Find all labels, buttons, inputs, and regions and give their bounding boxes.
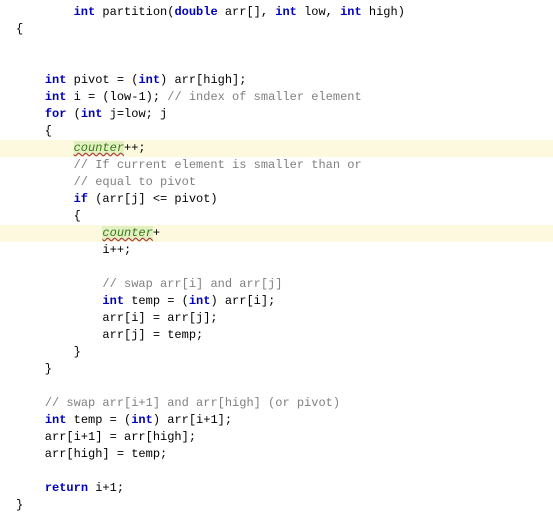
token-num: 1 — [138, 90, 145, 104]
token-kw: int — [45, 413, 67, 427]
code-line: } — [0, 344, 553, 361]
token-kw: int — [275, 5, 297, 19]
token-num: 1 — [210, 413, 217, 427]
code-block: int partition(double arr[], int low, int… — [0, 0, 553, 518]
code-line: { — [0, 123, 553, 140]
code-line: int pivot = (int) arr[high]; — [0, 72, 553, 89]
code-line — [0, 259, 553, 276]
token-cmt: // swap arr[i+1] and arr[high] (or pivot… — [45, 396, 340, 410]
code-line: i++; — [0, 242, 553, 259]
token-kw: int — [340, 5, 362, 19]
token-cmt: // swap arr[i] and arr[j] — [102, 277, 282, 291]
code-line: arr[high] = temp; — [0, 446, 553, 463]
code-line: counter+ — [0, 225, 553, 242]
code-line: } — [0, 497, 553, 514]
code-line: { — [0, 208, 553, 225]
token-kw: double — [174, 5, 217, 19]
token-num: 1 — [110, 481, 117, 495]
token-kw: if — [74, 192, 88, 206]
code-line: { — [0, 21, 553, 38]
code-line: if (arr[j] <= pivot) — [0, 191, 553, 208]
code-line: int partition(double arr[], int low, int… — [0, 4, 553, 21]
token-kw: int — [138, 73, 160, 87]
token-kw: int — [102, 294, 124, 308]
token-kw: for — [45, 107, 67, 121]
code-line: // swap arr[i] and arr[j] — [0, 276, 553, 293]
code-line: for (int j=low; j — [0, 106, 553, 123]
code-line: arr[j] = temp; — [0, 327, 553, 344]
code-line: return i+1; — [0, 480, 553, 497]
code-line: // swap arr[i+1] and arr[high] (or pivot… — [0, 395, 553, 412]
token-cmt: // If current element is smaller than or — [74, 158, 362, 172]
token-counter: counter — [102, 226, 152, 240]
code-line — [0, 55, 553, 72]
token-cmt: // index of smaller element — [167, 90, 361, 104]
token-num: 1 — [88, 430, 95, 444]
code-line: counter++; — [0, 140, 553, 157]
token-kw: int — [81, 107, 103, 121]
code-line — [0, 38, 553, 55]
token-kw: int — [189, 294, 211, 308]
token-counter: counter — [74, 141, 124, 155]
code-line: int temp = (int) arr[i]; — [0, 293, 553, 310]
code-line: arr[i] = arr[j]; — [0, 310, 553, 327]
code-line: int i = (low-1); // index of smaller ele… — [0, 89, 553, 106]
code-line: // equal to pivot — [0, 174, 553, 191]
token-kw: return — [45, 481, 88, 495]
code-line: // If current element is smaller than or — [0, 157, 553, 174]
token-kw: int — [131, 413, 153, 427]
code-line: } — [0, 361, 553, 378]
token-kw: int — [45, 73, 67, 87]
code-line — [0, 463, 553, 480]
code-line: int temp = (int) arr[i+1]; — [0, 412, 553, 429]
token-cmt: // equal to pivot — [74, 175, 196, 189]
token-kw: int — [45, 90, 67, 104]
code-line — [0, 378, 553, 395]
token-kw: int — [74, 5, 96, 19]
code-line: arr[i+1] = arr[high]; — [0, 429, 553, 446]
